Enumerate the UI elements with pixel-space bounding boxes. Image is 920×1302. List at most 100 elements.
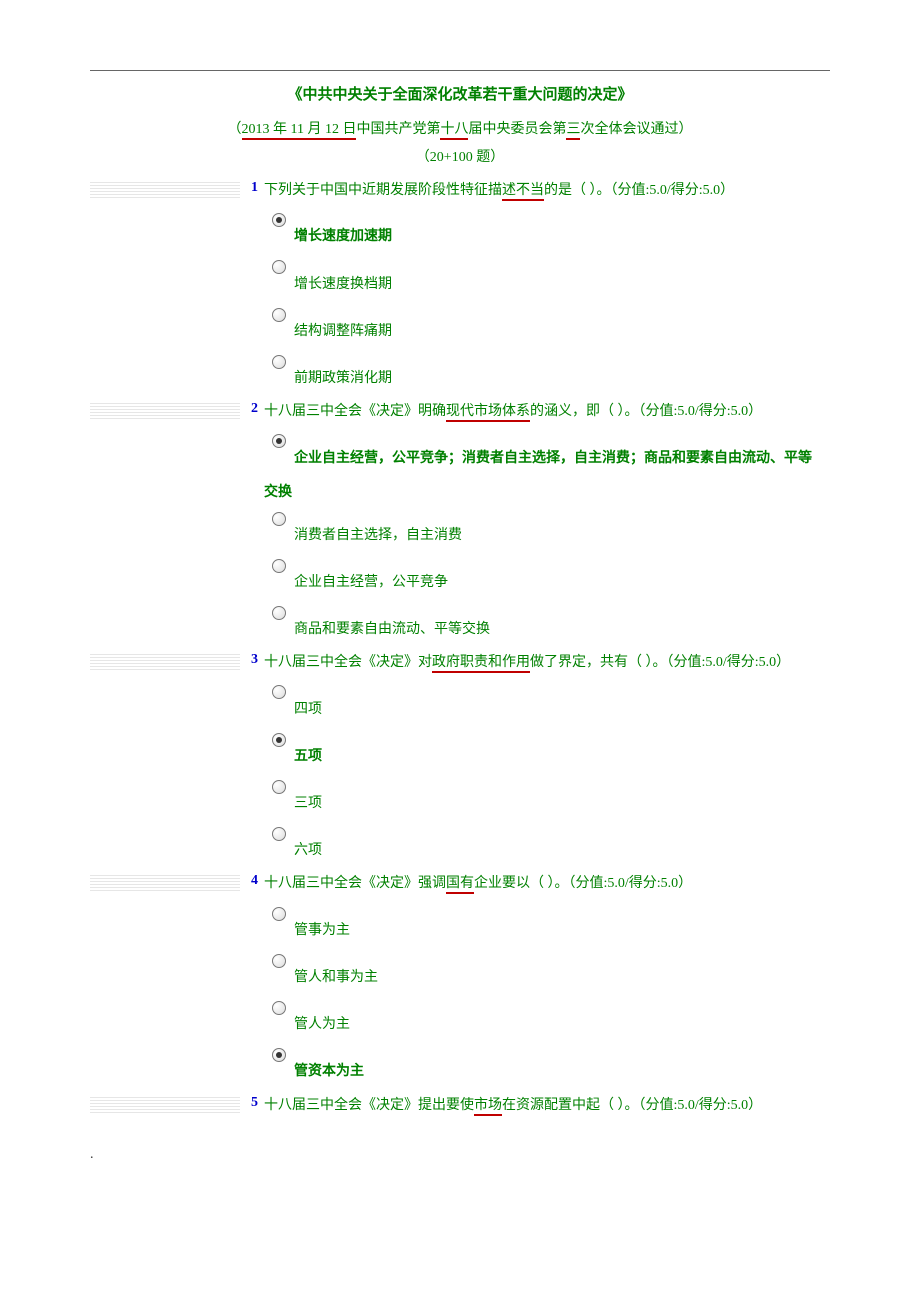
radio-wrapper <box>264 605 294 621</box>
radio-button[interactable] <box>272 512 286 526</box>
radio-wrapper <box>264 732 294 748</box>
option-row: 前期政策消化期 <box>90 354 830 391</box>
questions-container: 1下列关于中国中近期发展阶段性特征描述不当的是（ ）。（分值:5.0/得分:5.… <box>90 180 830 1117</box>
question-text-part: 十八届三中全会《决定》对 <box>264 655 432 670</box>
score-tail: （分值:5.0/得分:5.0） <box>611 183 735 198</box>
question-row: 1下列关于中国中近期发展阶段性特征描述不当的是（ ）。（分值:5.0/得分:5.… <box>90 180 830 202</box>
radio-button[interactable] <box>272 780 286 794</box>
question-count: （20+100 题） <box>90 146 830 166</box>
question-text-part: 下列关于中国中近期发展阶段性特征描 <box>264 183 502 198</box>
question-text: 十八届三中全会《决定》对政府职责和作用做了界定，共有（ ）。（分值:5.0/得分… <box>264 652 830 674</box>
radio-button[interactable] <box>272 434 286 448</box>
question-text-part: 十八届三中全会《决定》强调 <box>264 876 446 891</box>
option-row: 管事为主 <box>90 906 830 943</box>
question-text-part: 在资源配置中起（ ）。 <box>502 1098 639 1113</box>
radio-wrapper <box>264 511 294 527</box>
radio-button[interactable] <box>272 1048 286 1062</box>
score-tail: （分值:5.0/得分:5.0） <box>639 404 763 419</box>
option-text: 管人和事为主 <box>294 953 830 990</box>
question-text-part: 的涵义，即（ ）。 <box>530 404 639 419</box>
option-row: 消费者自主选择，自主消费 <box>90 511 830 548</box>
question-number: 2 <box>240 401 264 417</box>
subtitle-u2: 三 <box>566 122 580 140</box>
radio-button[interactable] <box>272 1001 286 1015</box>
question-text-part: 十八届三中全会《决定》提出要使 <box>264 1098 474 1113</box>
question-text-part: 政府职责和作用 <box>432 655 530 673</box>
option-text: 增长速度加速期 <box>294 212 830 249</box>
radio-button[interactable] <box>272 213 286 227</box>
radio-wrapper <box>264 1000 294 1016</box>
hatch-decoration <box>90 875 240 891</box>
option-text: 企业自主经营，公平竞争；消费者自主选择，自主消费；商品和要素自由流动、平等 <box>294 434 830 471</box>
radio-wrapper <box>264 953 294 969</box>
radio-button[interactable] <box>272 733 286 747</box>
radio-wrapper <box>264 307 294 323</box>
option-text: 商品和要素自由流动、平等交换 <box>294 605 830 642</box>
score-tail: （分值:5.0/得分:5.0） <box>639 1098 763 1113</box>
option-row: 增长速度加速期 <box>90 212 830 249</box>
question-number: 1 <box>240 180 264 196</box>
hatch-decoration <box>90 182 240 198</box>
question-row: 5十八届三中全会《决定》提出要使市场在资源配置中起（ ）。（分值:5.0/得分:… <box>90 1095 830 1117</box>
subtitle-u1: 十八 <box>440 122 468 140</box>
option-text: 消费者自主选择，自主消费 <box>294 511 830 548</box>
question-text-part: 现代市场体系 <box>446 404 530 422</box>
option-text: 管人为主 <box>294 1000 830 1037</box>
option-row: 六项 <box>90 826 830 863</box>
subtitle-suffix: 次全体会议通过） <box>580 122 692 137</box>
radio-wrapper <box>264 558 294 574</box>
score-tail: （分值:5.0/得分:5.0） <box>667 655 791 670</box>
radio-button[interactable] <box>272 260 286 274</box>
score-tail: （分值:5.0/得分:5.0） <box>569 876 693 891</box>
question-row: 2十八届三中全会《决定》明确现代市场体系的涵义，即（ ）。（分值:5.0/得分:… <box>90 401 830 423</box>
hatch-decoration <box>90 1097 240 1113</box>
radio-button[interactable] <box>272 907 286 921</box>
radio-button[interactable] <box>272 308 286 322</box>
question-text-part: 的是（ ）。 <box>544 183 611 198</box>
option-row: 管人和事为主 <box>90 953 830 990</box>
radio-wrapper <box>264 906 294 922</box>
question-text-part: 述不当 <box>502 183 544 201</box>
page: 《中共中央关于全面深化改革若干重大问题的决定》 （2013 年 11 月 12 … <box>0 0 920 1193</box>
paren-open: （ <box>228 122 242 137</box>
option-row: 管资本为主 <box>90 1047 830 1084</box>
hatch-decoration <box>90 654 240 670</box>
question-row: 3十八届三中全会《决定》对政府职责和作用做了界定，共有（ ）。（分值:5.0/得… <box>90 652 830 674</box>
question-text-part: 市场 <box>474 1098 502 1116</box>
radio-button[interactable] <box>272 606 286 620</box>
top-rule <box>90 70 830 71</box>
radio-button[interactable] <box>272 827 286 841</box>
hatch-decoration <box>90 403 240 419</box>
radio-button[interactable] <box>272 559 286 573</box>
option-text: 五项 <box>294 732 830 769</box>
option-row: 结构调整阵痛期 <box>90 307 830 344</box>
option-text: 四项 <box>294 685 830 722</box>
question-text: 十八届三中全会《决定》提出要使市场在资源配置中起（ ）。（分值:5.0/得分:5… <box>264 1095 830 1117</box>
question-text: 下列关于中国中近期发展阶段性特征描述不当的是（ ）。（分值:5.0/得分:5.0… <box>264 180 830 202</box>
radio-button[interactable] <box>272 355 286 369</box>
question-text-part: 企业要以（ ）。 <box>474 876 569 891</box>
question-text: 十八届三中全会《决定》明确现代市场体系的涵义，即（ ）。（分值:5.0/得分:5… <box>264 401 830 423</box>
option-row: 企业自主经营，公平竞争；消费者自主选择，自主消费；商品和要素自由流动、平等 <box>90 434 830 471</box>
option-text: 管资本为主 <box>294 1047 830 1084</box>
radio-button[interactable] <box>272 954 286 968</box>
radio-wrapper <box>264 1047 294 1063</box>
subtitle-mid1: 中国共产党第 <box>356 122 440 137</box>
radio-button[interactable] <box>272 685 286 699</box>
radio-wrapper <box>264 779 294 795</box>
option-text: 三项 <box>294 779 830 816</box>
radio-wrapper <box>264 826 294 842</box>
option-row: 商品和要素自由流动、平等交换 <box>90 605 830 642</box>
option-row: 五项 <box>90 732 830 769</box>
subtitle-mid2: 届中央委员会第 <box>468 122 566 137</box>
question-row: 4十八届三中全会《决定》强调国有企业要以（ ）。（分值:5.0/得分:5.0） <box>90 873 830 895</box>
option-text: 增长速度换档期 <box>294 260 830 297</box>
doc-subtitle: （2013 年 11 月 12 日中国共产党第十八届中央委员会第三次全体会议通过… <box>90 118 830 138</box>
footer-dot: . <box>90 1147 830 1163</box>
option-text: 结构调整阵痛期 <box>294 307 830 344</box>
option-row: 企业自主经营，公平竞争 <box>90 558 830 595</box>
question-text-part: 十八届三中全会《决定》明确 <box>264 404 446 419</box>
radio-wrapper <box>264 212 294 228</box>
radio-wrapper <box>264 260 294 276</box>
subtitle-date: 2013 年 11 月 12 日 <box>242 122 357 140</box>
